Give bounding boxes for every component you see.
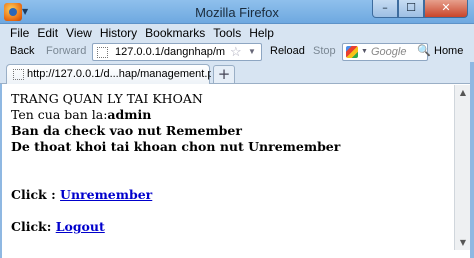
search-bar[interactable]: ▼ Google 🔍 bbox=[342, 43, 431, 61]
url-bar[interactable]: 127.0.0.1/dangnhap/man ☆ ▼ bbox=[92, 43, 262, 61]
title-bar: ▼ Mozilla Firefox – ☐ ✕ bbox=[0, 0, 474, 24]
logout-link[interactable]: Logout bbox=[56, 219, 105, 234]
menu-file[interactable]: File bbox=[6, 26, 33, 40]
new-tab-button[interactable]: + bbox=[213, 65, 235, 83]
unremember-link[interactable]: Unremember bbox=[60, 187, 152, 202]
url-text[interactable]: 127.0.0.1/dangnhap/man bbox=[115, 46, 225, 58]
home-button[interactable]: Home bbox=[434, 45, 463, 57]
window-controls: – ☐ ✕ bbox=[372, 0, 468, 18]
magnifier-icon[interactable]: 🔍 bbox=[417, 44, 431, 57]
reload-button[interactable]: Reload bbox=[270, 45, 305, 57]
click-label: Click: bbox=[11, 219, 56, 234]
tab-title: http://127.0.0.1/d...hap/management.php bbox=[27, 68, 211, 80]
menu-help[interactable]: Help bbox=[245, 26, 278, 40]
menu-history[interactable]: History bbox=[96, 26, 141, 40]
tab-bar: http://127.0.0.1/d...hap/management.php … bbox=[0, 62, 474, 84]
back-button[interactable]: Back bbox=[10, 45, 34, 57]
minimize-button[interactable]: – bbox=[372, 0, 398, 18]
maximize-button[interactable]: ☐ bbox=[398, 0, 424, 18]
page-content: TRANG QUAN LY TAI KHOAN Ten cua ban la:a… bbox=[2, 85, 454, 258]
star-icon[interactable]: ☆ bbox=[230, 44, 242, 60]
menu-bar: File Edit View History Bookmarks Tools H… bbox=[0, 24, 474, 42]
menu-view[interactable]: View bbox=[62, 26, 96, 40]
menu-bookmarks[interactable]: Bookmarks bbox=[141, 26, 209, 40]
navigation-toolbar: Back Forward 127.0.0.1/dangnhap/man ☆ ▼ … bbox=[0, 42, 474, 62]
menu-edit[interactable]: Edit bbox=[33, 26, 62, 40]
page-heading: TRANG QUAN LY TAI KHOAN bbox=[11, 91, 203, 106]
arrow-up-icon[interactable]: ▲ bbox=[455, 85, 471, 100]
search-engine-dropdown-icon[interactable]: ▼ bbox=[361, 48, 368, 55]
unremember-line: Click : Unremember bbox=[11, 187, 454, 203]
logout-line: Click: Logout bbox=[11, 219, 454, 235]
menu-tools[interactable]: Tools bbox=[209, 26, 245, 40]
google-icon[interactable] bbox=[346, 46, 358, 58]
user-prefix: Ten cua ban la: bbox=[11, 107, 108, 122]
forward-button[interactable]: Forward bbox=[46, 45, 86, 57]
logout-hint: De thoat khoi tai khoan chon nut Unremem… bbox=[11, 139, 341, 154]
url-dropdown-icon[interactable]: ▼ bbox=[248, 47, 256, 56]
arrow-down-icon[interactable]: ▼ bbox=[455, 235, 471, 250]
tab-management[interactable]: http://127.0.0.1/d...hap/management.php bbox=[6, 64, 211, 84]
close-button[interactable]: ✕ bbox=[424, 0, 468, 18]
user-line: Ten cua ban la:admin bbox=[11, 107, 454, 123]
tab-favicon-icon bbox=[13, 69, 24, 80]
search-placeholder[interactable]: Google bbox=[371, 46, 406, 58]
username: admin bbox=[107, 107, 152, 122]
vertical-scrollbar[interactable]: ▲ ▼ bbox=[454, 85, 470, 250]
remember-message: Ban da check vao nut Remember bbox=[11, 123, 242, 138]
page-favicon-icon bbox=[97, 47, 108, 58]
stop-button[interactable]: Stop bbox=[313, 45, 336, 57]
click-label: Click : bbox=[11, 187, 61, 202]
